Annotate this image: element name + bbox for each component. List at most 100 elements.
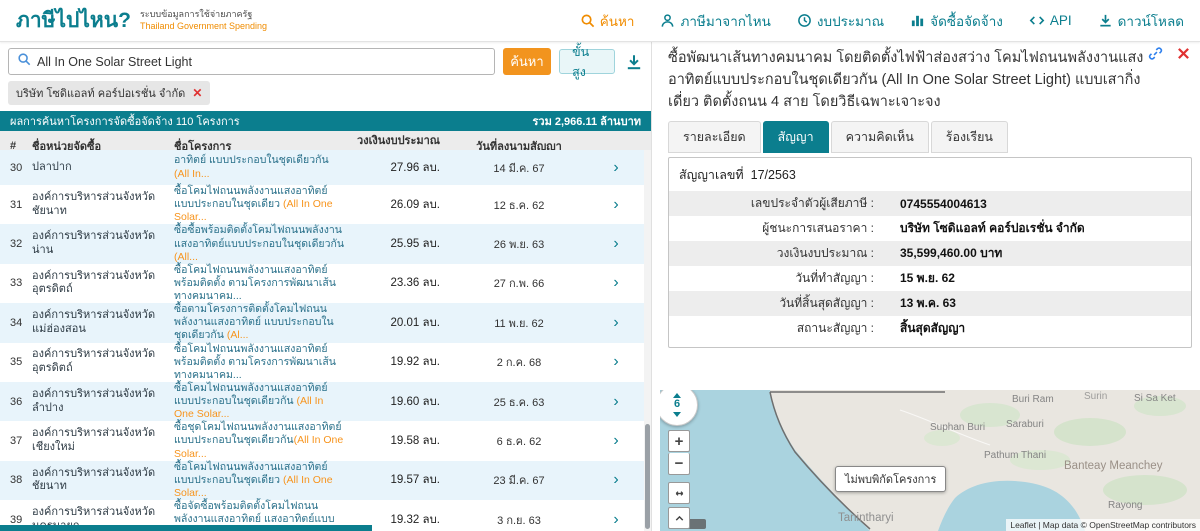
row-chevron-icon[interactable] bbox=[588, 511, 644, 529]
field-taxpayer-id: เลขประจำตัวผู้เสียภาษี : 0745554004613 bbox=[669, 191, 1191, 216]
project-name[interactable]: ซื้อโคมไฟถนนพลังงานแสงอาทิตย์ แบบประกอบใ… bbox=[174, 382, 356, 421]
agency-name: องค์การบริหารส่วนจังหวัดชัยนาท bbox=[32, 467, 174, 495]
advanced-search-button[interactable]: ขั้นสูง bbox=[559, 49, 615, 74]
table-row[interactable]: 33 องค์การบริหารส่วนจังหวัดอุตรดิตถ์ ซื้… bbox=[0, 264, 644, 303]
project-name[interactable]: ซื้อชุดโคมไฟถนนพลังงานแสงอาทิตย์แบบประกอ… bbox=[174, 421, 356, 460]
nav-person[interactable]: ภาษีมาจากไหน bbox=[660, 10, 770, 32]
project-name[interactable]: ซื้อโคมไฟถนนพลังงานแสงอาทิตย์ แบบประกอบใ… bbox=[174, 185, 356, 224]
table-row[interactable]: 36 องค์การบริหารส่วนจังหวัดลำปาง ซื้อโคม… bbox=[0, 382, 644, 421]
row-number: 34 bbox=[0, 317, 32, 329]
detail-tabs: รายละเอียด สัญญา ความคิดเห็น ร้องเรียน bbox=[668, 121, 1192, 153]
pager-value: 6 bbox=[674, 398, 680, 411]
project-name[interactable]: ซื้อโคมไฟถนนพลังงานแสงอาทิตย์แบบประกอบใน… bbox=[174, 461, 356, 500]
brand: ภาษีไปไหน? ระบบข้อมูลการใช้จ่ายภาครัฐ Th… bbox=[16, 4, 267, 37]
table-row[interactable]: 30 ปลาปาก อาทิตย์ แบบประกอบในชุดเดียวกัน… bbox=[0, 150, 644, 185]
nav-download[interactable]: ดาวน์โหลด bbox=[1098, 10, 1184, 32]
results-count: ผลการค้นหาโครงการจัดซื้อจัดจ้าง 110 โครง… bbox=[10, 112, 240, 130]
map-collapse-button[interactable] bbox=[668, 507, 690, 529]
row-number: 38 bbox=[0, 474, 32, 486]
project-name[interactable]: ซื้อโคมไฟถนนพลังงานแสงอาทิตย์ พร้อมติดตั… bbox=[174, 264, 356, 303]
field-contract-date: วันที่ทำสัญญา : 15 พ.ย. 62 bbox=[669, 266, 1191, 291]
agency-name: องค์การบริหารส่วนจังหวัดแม่ฮ่องสอน bbox=[32, 309, 174, 337]
table-row[interactable]: 32 องค์การบริหารส่วนจังหวัดน่าน ซื้อซื้อ… bbox=[0, 224, 644, 263]
row-chevron-icon[interactable] bbox=[588, 159, 644, 177]
search-button[interactable]: ค้นหา bbox=[503, 48, 551, 75]
nav-clock[interactable]: งบประมาณ bbox=[797, 10, 884, 32]
budget-amount: 19.92 ลบ. bbox=[356, 353, 450, 371]
project-name[interactable]: อาทิตย์ แบบประกอบในชุดเดียวกัน (All In..… bbox=[174, 154, 356, 180]
contract-date: 2 ก.ค. 68 bbox=[450, 353, 588, 371]
project-detail-panel: ซื้อพัฒนาเส้นทางคมนาคม โดยติดตั้งไฟฟ้าส่… bbox=[660, 42, 1200, 531]
app-header: ภาษีไปไหน? ระบบข้อมูลการใช้จ่ายภาครัฐ Th… bbox=[0, 0, 1200, 42]
contract-date: 6 ธ.ค. 62 bbox=[450, 432, 588, 450]
table-scrollbar[interactable] bbox=[644, 150, 651, 531]
project-map[interactable]: Buri Ram Surin Si Sa Ket Suphan Buri Sar… bbox=[660, 390, 1200, 531]
budget-amount: 20.01 ลบ. bbox=[356, 314, 450, 332]
budget-amount: 19.60 ลบ. bbox=[356, 393, 450, 411]
search-box[interactable] bbox=[8, 48, 495, 75]
table-row[interactable]: 38 องค์การบริหารส่วนจังหวัดชัยนาท ซื้อโค… bbox=[0, 461, 644, 500]
contract-number: สัญญาเลขที่ 17/2563 bbox=[669, 158, 1191, 191]
row-number: 37 bbox=[0, 435, 32, 447]
table-row[interactable]: 34 องค์การบริหารส่วนจังหวัดแม่ฮ่องสอน ซื… bbox=[0, 303, 644, 342]
budget-amount: 25.95 ลบ. bbox=[356, 235, 450, 253]
budget-amount: 19.57 ลบ. bbox=[356, 471, 450, 489]
row-chevron-icon[interactable] bbox=[588, 196, 644, 214]
map-attribution[interactable]: Leaflet | Map data © OpenStreetMap contr… bbox=[1006, 519, 1200, 531]
share-link-icon[interactable] bbox=[1148, 46, 1163, 61]
brand-subtitle: ระบบข้อมูลการใช้จ่ายภาครัฐ Thailand Gove… bbox=[140, 9, 267, 32]
table-row[interactable]: 35 องค์การบริหารส่วนจังหวัดอุตรดิตถ์ ซื้… bbox=[0, 343, 644, 382]
download-results-icon[interactable] bbox=[625, 53, 643, 71]
nav-bar-chart[interactable]: จัดซื้อจัดจ้าง bbox=[910, 10, 1003, 32]
nav-search[interactable]: ค้นหา bbox=[580, 10, 635, 32]
row-chevron-icon[interactable] bbox=[588, 432, 644, 450]
contract-date: 27 ก.พ. 66 bbox=[450, 274, 588, 292]
budget-amount: 19.58 ลบ. bbox=[356, 432, 450, 450]
agency-name: ปลาปาก bbox=[32, 161, 174, 175]
code-icon bbox=[1029, 13, 1045, 28]
tab-comments[interactable]: ความคิดเห็น bbox=[831, 121, 929, 153]
row-number: 35 bbox=[0, 356, 32, 368]
nav-code[interactable]: API bbox=[1029, 13, 1072, 28]
app-logo[interactable]: ภาษีไปไหน? bbox=[16, 4, 131, 37]
row-chevron-icon[interactable] bbox=[588, 314, 644, 332]
tab-details[interactable]: รายละเอียด bbox=[668, 121, 761, 153]
agency-name: องค์การบริหารส่วนจังหวัดเชียงใหม่ bbox=[32, 427, 174, 455]
map-no-coordinates-tooltip: ไม่พบพิกัดโครงการ bbox=[835, 466, 946, 492]
search-input[interactable] bbox=[37, 55, 486, 69]
field-winner: ผู้ชนะการเสนอราคา : บริษัท โซดิแอลท์ คอร… bbox=[669, 216, 1191, 241]
map-canvas bbox=[660, 390, 1200, 531]
contract-date: 12 ธ.ค. 62 bbox=[450, 196, 588, 214]
row-chevron-icon[interactable] bbox=[588, 393, 644, 411]
search-match-highlight: (All... bbox=[174, 251, 198, 263]
project-name[interactable]: ซื้อโคมไฟถนนพลังงานแสงอาทิตย์พร้อมติดตั้… bbox=[174, 343, 356, 382]
tab-contract[interactable]: สัญญา bbox=[763, 121, 829, 153]
row-number: 33 bbox=[0, 277, 32, 289]
table-row[interactable]: 37 องค์การบริหารส่วนจังหวัดเชียงใหม่ ซื้… bbox=[0, 421, 644, 460]
close-panel-icon[interactable] bbox=[1177, 46, 1190, 61]
scrollbar-thumb[interactable] bbox=[645, 424, 650, 529]
map-resize-button[interactable] bbox=[668, 482, 690, 504]
project-name[interactable]: ซื้อตามโครงการติดตั้งโคมไฟถนนพลังงานแสงอ… bbox=[174, 303, 356, 342]
download-icon bbox=[1098, 13, 1113, 28]
row-chevron-icon[interactable] bbox=[588, 235, 644, 253]
zoom-in-button[interactable]: + bbox=[668, 430, 690, 452]
row-chevron-icon[interactable] bbox=[588, 353, 644, 371]
person-icon bbox=[660, 13, 675, 28]
table-row[interactable]: 31 องค์การบริหารส่วนจังหวัดชัยนาท ซื้อโค… bbox=[0, 185, 644, 224]
row-chevron-icon[interactable] bbox=[588, 471, 644, 489]
table-header-row: # ชื่อหน่วยจัดซื้อ ชื่อโครงการ วงเงินงบป… bbox=[0, 131, 651, 152]
row-chevron-icon[interactable] bbox=[588, 274, 644, 292]
search-match-highlight: (Al... bbox=[227, 329, 249, 341]
tab-complaints[interactable]: ร้องเรียน bbox=[931, 121, 1008, 153]
project-name[interactable]: ซื้อซื้อพร้อมติดตั้งโคมไฟถนนพลังงานแสงอา… bbox=[174, 224, 356, 263]
budget-amount: 23.36 ลบ. bbox=[356, 274, 450, 292]
pager-down-icon[interactable] bbox=[673, 412, 681, 417]
agency-name: องค์การบริหารส่วนจังหวัดอุตรดิตถ์ bbox=[32, 270, 174, 298]
remove-filter-icon[interactable]: ✕ bbox=[192, 87, 202, 99]
page: ภาษีไปไหน? ระบบข้อมูลการใช้จ่ายภาครัฐ Th… bbox=[0, 0, 1200, 531]
agency-name: องค์การบริหารส่วนจังหวัดอุตรดิตถ์ bbox=[32, 348, 174, 376]
filter-chip[interactable]: บริษัท โซดิแอลท์ คอร์ปอเรชั่น จำกัด ✕ bbox=[8, 81, 210, 105]
agency-name: องค์การบริหารส่วนจังหวัดลำปาง bbox=[32, 388, 174, 416]
zoom-out-button[interactable]: − bbox=[668, 453, 690, 475]
